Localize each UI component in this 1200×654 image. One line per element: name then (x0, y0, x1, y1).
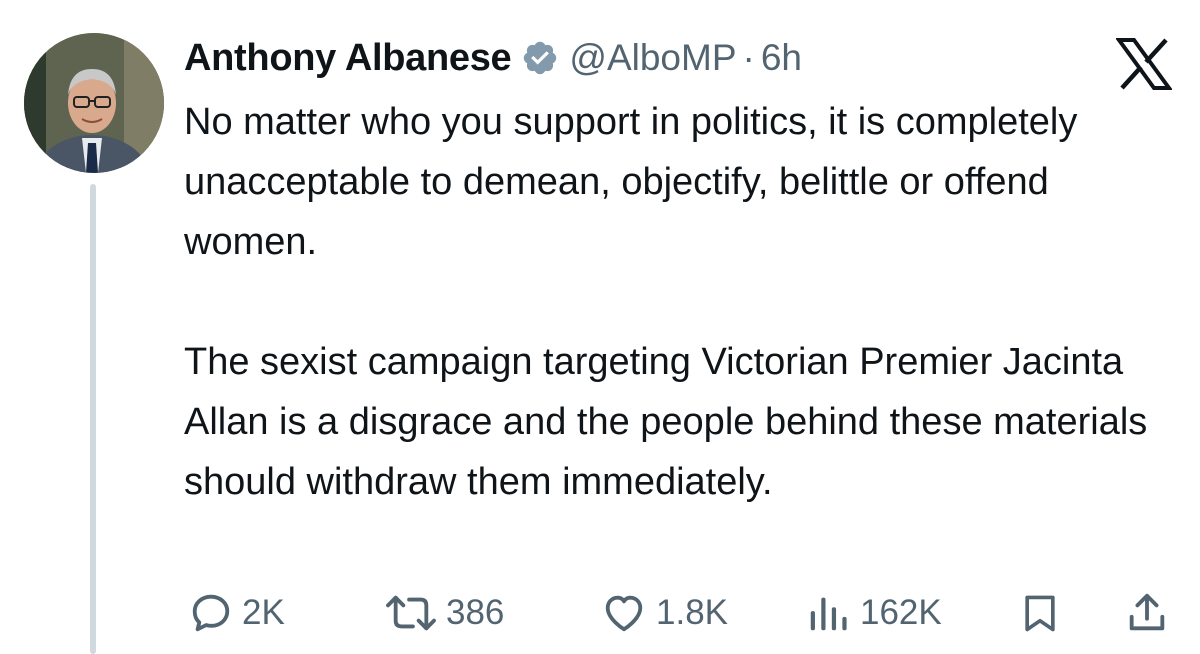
thread-line (90, 184, 96, 654)
author-handle[interactable]: @AlboMP (569, 37, 736, 79)
author-name[interactable]: Anthony Albanese (184, 37, 512, 80)
tweet-timestamp[interactable]: 6h (761, 37, 802, 79)
like-count: 1.8K (656, 593, 728, 632)
reply-button[interactable]: 2K (188, 585, 285, 641)
views-button[interactable]: 162K (804, 585, 942, 641)
reply-count: 2K (242, 593, 285, 632)
tweet-paragraph: No matter who you support in politics, i… (184, 101, 1078, 263)
repost-button[interactable]: 386 (384, 585, 504, 641)
tweet-actions: 2K 386 1.8K 162K (0, 585, 1200, 641)
share-icon (1124, 590, 1170, 636)
repost-count: 386 (446, 593, 505, 632)
like-button[interactable]: 1.8K (600, 585, 728, 641)
views-icon (804, 590, 852, 636)
repost-icon (384, 590, 438, 636)
heart-icon (600, 590, 648, 636)
tweet-paragraph: The sexist campaign targeting Victorian … (184, 341, 1148, 503)
separator-dot: · (742, 37, 755, 78)
reply-icon (188, 590, 234, 636)
views-count: 162K (860, 593, 942, 632)
tweet-header: Anthony Albanese @AlboMP · 6h (184, 30, 802, 86)
bookmark-icon (1018, 590, 1062, 636)
x-logo-icon[interactable] (1115, 38, 1173, 90)
share-button[interactable] (1124, 585, 1170, 641)
avatar[interactable] (24, 33, 164, 173)
tweet-text: No matter who you support in politics, i… (184, 92, 1184, 512)
bookmark-button[interactable] (1018, 585, 1062, 641)
verified-badge-icon (521, 39, 559, 77)
